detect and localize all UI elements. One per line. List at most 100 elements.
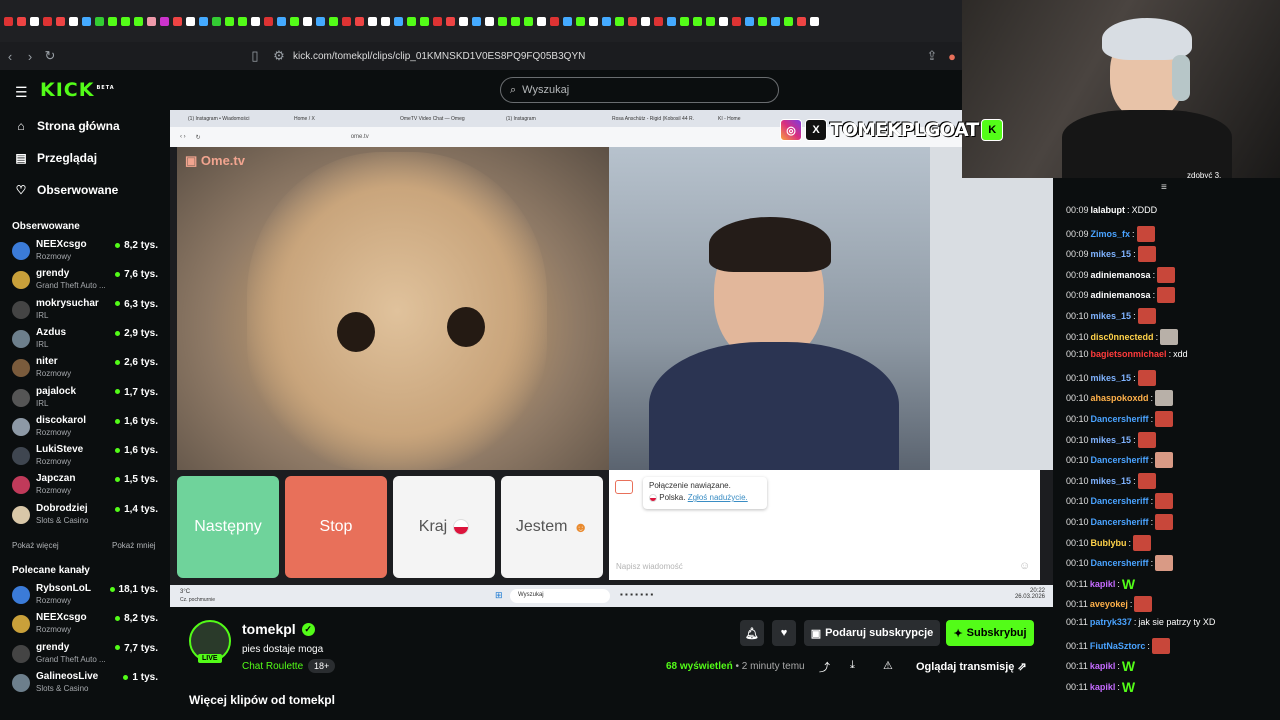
browser-tab-icon[interactable]: [381, 16, 390, 26]
kick-logo[interactable]: KICK BETA: [40, 79, 115, 101]
followed-channel[interactable]: Japczan Rozmowy 1,5 tys.: [10, 473, 162, 501]
browser-tab-icon[interactable]: [654, 16, 663, 26]
channel-name-row[interactable]: tomekpl ✓: [242, 621, 315, 637]
browser-tab-icon[interactable]: [563, 16, 572, 26]
browser-tab-icon[interactable]: [615, 16, 624, 26]
chat-username[interactable]: Dancersheriff: [1091, 517, 1149, 527]
chat-username[interactable]: mikes_15: [1091, 373, 1132, 383]
chat-username[interactable]: mikes_15: [1091, 435, 1132, 445]
browser-tab-icon[interactable]: [706, 16, 715, 26]
chat-username[interactable]: aveyokej: [1090, 599, 1128, 609]
followed-channel[interactable]: Dobrodziej Slots & Casino 1,4 tys.: [10, 503, 162, 531]
followed-channel[interactable]: LukiSteve Rozmowy 1,6 tys.: [10, 444, 162, 472]
clip-video-player[interactable]: (1) Instagram • Wiadomości Home / X OmeTV …: [170, 110, 1053, 607]
chat-username[interactable]: Zimos_fx: [1091, 229, 1131, 239]
chat-username[interactable]: Dancersheriff: [1091, 414, 1149, 424]
chat-username[interactable]: Dancersheriff: [1091, 496, 1149, 506]
browser-tab-icon[interactable]: [485, 16, 494, 26]
browser-tab-icon[interactable]: [810, 16, 819, 26]
extension-icon[interactable]: ●: [942, 49, 962, 64]
followed-channel[interactable]: NEEXcsgo Rozmowy 8,2 tys.: [10, 239, 162, 267]
browser-tab-icon[interactable]: [108, 16, 117, 26]
url-field[interactable]: kick.com/tomekpl/clips/clip_01KMNSKD1V0E…: [293, 51, 585, 62]
browser-tab-icon[interactable]: [732, 16, 741, 26]
chat-username[interactable]: patryk337: [1090, 617, 1132, 627]
browser-tab-icon[interactable]: [355, 16, 364, 26]
notification-button[interactable]: 🔔︎: [740, 620, 764, 646]
chat-username[interactable]: ahaspokoxdd: [1091, 393, 1149, 403]
browser-tab-icon[interactable]: [121, 16, 130, 26]
recommended-channel[interactable]: GalineosLive Slots & Casino 1 tys.: [10, 671, 162, 699]
browser-tab-icon[interactable]: [446, 16, 455, 26]
browser-tab-icon[interactable]: [199, 16, 208, 26]
search-input[interactable]: ⌕ Wyszukaj: [500, 77, 779, 103]
forward-icon[interactable]: ›: [20, 49, 40, 64]
chat-username[interactable]: adiniemanosa: [1091, 270, 1151, 280]
chat-username[interactable]: kapikl: [1090, 682, 1116, 692]
chat-username[interactable]: FiutNaSztorc: [1090, 641, 1146, 651]
chat-username[interactable]: mikes_15: [1091, 311, 1132, 321]
browser-tab-icon[interactable]: [420, 16, 429, 26]
menu-icon[interactable]: ☰: [15, 84, 28, 101]
browser-tab-icon[interactable]: [160, 16, 169, 26]
browser-tab-icon[interactable]: [17, 16, 26, 26]
browser-tab-icon[interactable]: [290, 16, 299, 26]
browser-tab-icon[interactable]: [719, 16, 728, 26]
report-icon[interactable]: ⚠: [883, 659, 893, 672]
browser-tab-icon[interactable]: [303, 16, 312, 26]
browser-tab-icon[interactable]: [69, 16, 78, 26]
show-less-link[interactable]: Pokaż mniej: [112, 541, 156, 550]
browser-tab-icon[interactable]: [537, 16, 546, 26]
chat-username[interactable]: bagietsonmichael: [1091, 349, 1167, 359]
follow-button[interactable]: ♥: [772, 620, 796, 646]
browser-tab-icon[interactable]: [758, 16, 767, 26]
followed-channel[interactable]: mokrysuchar IRL 6,3 tys.: [10, 298, 162, 326]
nav-home[interactable]: ⌂ Strona główna: [15, 119, 119, 133]
browser-tab-icon[interactable]: [238, 16, 247, 26]
browser-tab-icon[interactable]: [186, 16, 195, 26]
browser-tab-icon[interactable]: [550, 16, 559, 26]
browser-tab-icon[interactable]: [602, 16, 611, 26]
browser-tab-icon[interactable]: [797, 16, 806, 26]
bookmark-icon[interactable]: ▯: [245, 48, 265, 64]
browser-tab-icon[interactable]: [784, 16, 793, 26]
followed-channel[interactable]: Azdus IRL 2,9 tys.: [10, 327, 162, 355]
browser-tab-icon[interactable]: [576, 16, 585, 26]
nav-browse[interactable]: ▤ Przeglądaj: [15, 151, 97, 165]
browser-tab-icon[interactable]: [56, 16, 65, 26]
chat-username[interactable]: Dancersheriff: [1091, 455, 1149, 465]
followed-channel[interactable]: grendy Grand Theft Auto ... 7,6 tys.: [10, 268, 162, 296]
browser-tab-icon[interactable]: [277, 16, 286, 26]
followed-channel[interactable]: discokarol Rozmowy 1,6 tys.: [10, 415, 162, 443]
chat-username[interactable]: Dancersheriff: [1091, 558, 1149, 568]
browser-tab-icon[interactable]: [368, 16, 377, 26]
recommended-channel[interactable]: RybsonLoL Rozmowy 18,1 tys.: [10, 583, 162, 611]
category-link[interactable]: Chat Roulette: [242, 661, 303, 672]
recommended-channel[interactable]: NEEXcsgo Rozmowy 8,2 tys.: [10, 612, 162, 640]
browser-tab-icon[interactable]: [641, 16, 650, 26]
browser-tab-icon[interactable]: [394, 16, 403, 26]
back-icon[interactable]: ‹: [0, 49, 20, 64]
browser-tab-icon[interactable]: [134, 16, 143, 26]
browser-tab-icon[interactable]: [30, 16, 39, 26]
browser-tab-icon[interactable]: [589, 16, 598, 26]
browser-tab-icon[interactable]: [329, 16, 338, 26]
chat-username[interactable]: adiniemanosa: [1091, 290, 1151, 300]
share-icon[interactable]: ⤴: [819, 659, 830, 675]
browser-tab-icon[interactable]: [173, 16, 182, 26]
recommended-channel[interactable]: grendy Grand Theft Auto ... 7,7 tys.: [10, 642, 162, 670]
browser-tab-icon[interactable]: [680, 16, 689, 26]
chat-filter-icon[interactable]: ≡: [1161, 182, 1167, 193]
gift-subs-button[interactable]: ▣ Podaruj subskrypcje: [804, 620, 940, 646]
followed-channel[interactable]: pajalock IRL 1,7 tys.: [10, 386, 162, 414]
browser-tab-icon[interactable]: [693, 16, 702, 26]
browser-tab-strip[interactable]: [0, 0, 962, 42]
watch-stream-button[interactable]: Oglądaj transmisję ⇗: [916, 660, 1027, 673]
browser-tab-icon[interactable]: [628, 16, 637, 26]
chat-username[interactable]: mikes_15: [1091, 476, 1132, 486]
browser-tab-icon[interactable]: [43, 16, 52, 26]
browser-tab-icon[interactable]: [147, 16, 156, 26]
browser-tab-icon[interactable]: [4, 16, 13, 26]
browser-tab-icon[interactable]: [745, 16, 754, 26]
browser-tab-icon[interactable]: [264, 16, 273, 26]
